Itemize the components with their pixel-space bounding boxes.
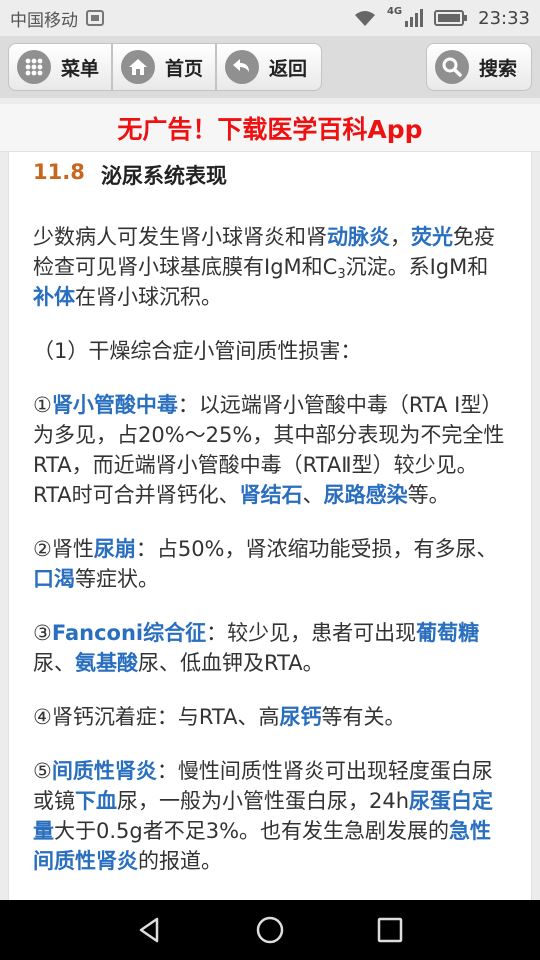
search-button[interactable]: 搜索 xyxy=(426,43,532,91)
signal-icon xyxy=(405,9,424,27)
clock: 23:33 xyxy=(478,7,530,29)
network-type: 4G xyxy=(386,5,403,17)
paragraph-4: ②肾性尿崩：占50%，肾浓缩功能受损，有多尿、口渴等症状。 xyxy=(33,537,498,591)
carrier-name: 中国移动 xyxy=(10,10,78,31)
status-bar: 中国移动 4G 23:33 xyxy=(0,0,540,36)
menu-label: 菜单 xyxy=(61,57,100,80)
link-arteritis[interactable]: 动脉炎 xyxy=(327,225,390,249)
link-fluorescence[interactable]: 荧光 xyxy=(411,225,453,249)
back-label: 返回 xyxy=(269,57,308,80)
home-button[interactable]: 首页 xyxy=(112,43,216,91)
link-urinary-infection[interactable]: 尿路感染 xyxy=(324,483,408,507)
notification-icon xyxy=(86,10,104,26)
status-indicators: 4G 23:33 xyxy=(353,5,530,29)
nav-recents-icon[interactable] xyxy=(375,915,405,945)
carrier-group: 中国移动 xyxy=(10,6,104,31)
grid-icon xyxy=(17,50,51,84)
paragraph-1: 少数病人可发生肾小球肾炎和肾动脉炎，荧光免疫检查可见肾小球基底膜有IgM和C3沉… xyxy=(33,225,495,309)
home-icon xyxy=(121,50,155,84)
paragraph-3: ①肾小管酸中毒：以远端肾小管酸中毒（RTA Ⅰ型）为多见，占20%～25%，其中… xyxy=(33,393,505,507)
link-fanconi-syndrome[interactable]: Fanconi综合征 xyxy=(52,621,206,645)
link-glucose[interactable]: 葡萄糖 xyxy=(416,621,479,645)
section-heading: 11.8 泌尿系统表现 xyxy=(33,160,227,190)
link-urine-calcium[interactable]: 尿钙 xyxy=(279,705,321,729)
paragraph-7: ⑤间质性肾炎：慢性间质性肾炎可出现轻度蛋白尿或镜下血尿，一般为小管性蛋白尿，24… xyxy=(33,759,494,873)
article-content: 11.8 泌尿系统表现 少数病人可发生肾小球肾炎和肾动脉炎，荧光免疫检查可见肾小… xyxy=(0,152,540,900)
link-thirst[interactable]: 口渴 xyxy=(33,567,75,591)
nav-back-icon[interactable] xyxy=(135,915,165,945)
system-nav-bar xyxy=(0,900,540,960)
paragraph-2: （1）干燥综合症小管间质性损害： xyxy=(33,339,362,363)
banner-text[interactable]: 无广告！下载医学百科App xyxy=(117,110,422,146)
link-hematuria[interactable]: 下血 xyxy=(75,789,117,813)
back-button[interactable]: 返回 xyxy=(216,43,322,91)
wifi-icon xyxy=(354,11,375,26)
article-body: 少数病人可发生肾小球肾炎和肾动脉炎，荧光免疫检查可见肾小球基底膜有IgM和C3沉… xyxy=(33,222,505,900)
link-amino-acid[interactable]: 氨基酸 xyxy=(75,651,138,675)
battery-icon xyxy=(434,10,468,26)
nav-home-icon[interactable] xyxy=(254,914,286,946)
home-label: 首页 xyxy=(165,57,204,80)
paragraph-5: ③Fanconi综合征：较少见，患者可出现葡萄糖尿、氨基酸尿、低血钾及RTA。 xyxy=(33,621,480,675)
link-kidney-stone[interactable]: 肾结石 xyxy=(240,483,303,507)
link-diabetes-insipidus[interactable]: 尿崩 xyxy=(94,537,136,561)
article-card: 11.8 泌尿系统表现 少数病人可发生肾小球肾炎和肾动脉炎，荧光免疫检查可见肾小… xyxy=(8,152,532,900)
menu-button[interactable]: 菜单 xyxy=(8,43,112,91)
search-icon xyxy=(435,50,469,84)
link-renal-tubular-acidosis[interactable]: 肾小管酸中毒 xyxy=(52,393,178,417)
app-download-banner[interactable]: 无广告！下载医学百科App xyxy=(0,104,540,152)
toolbar: 菜单 首页 返回 搜索 xyxy=(0,36,540,98)
section-number: 11.8 xyxy=(33,160,85,184)
back-arrow-icon xyxy=(225,50,259,84)
link-complement[interactable]: 补体 xyxy=(33,285,75,309)
search-label: 搜索 xyxy=(479,57,518,80)
section-title: 泌尿系统表现 xyxy=(101,164,227,188)
link-interstitial-nephritis[interactable]: 间质性肾炎 xyxy=(52,759,157,783)
paragraph-6: ④肾钙沉着症：与RTA、高尿钙等有关。 xyxy=(33,705,406,729)
